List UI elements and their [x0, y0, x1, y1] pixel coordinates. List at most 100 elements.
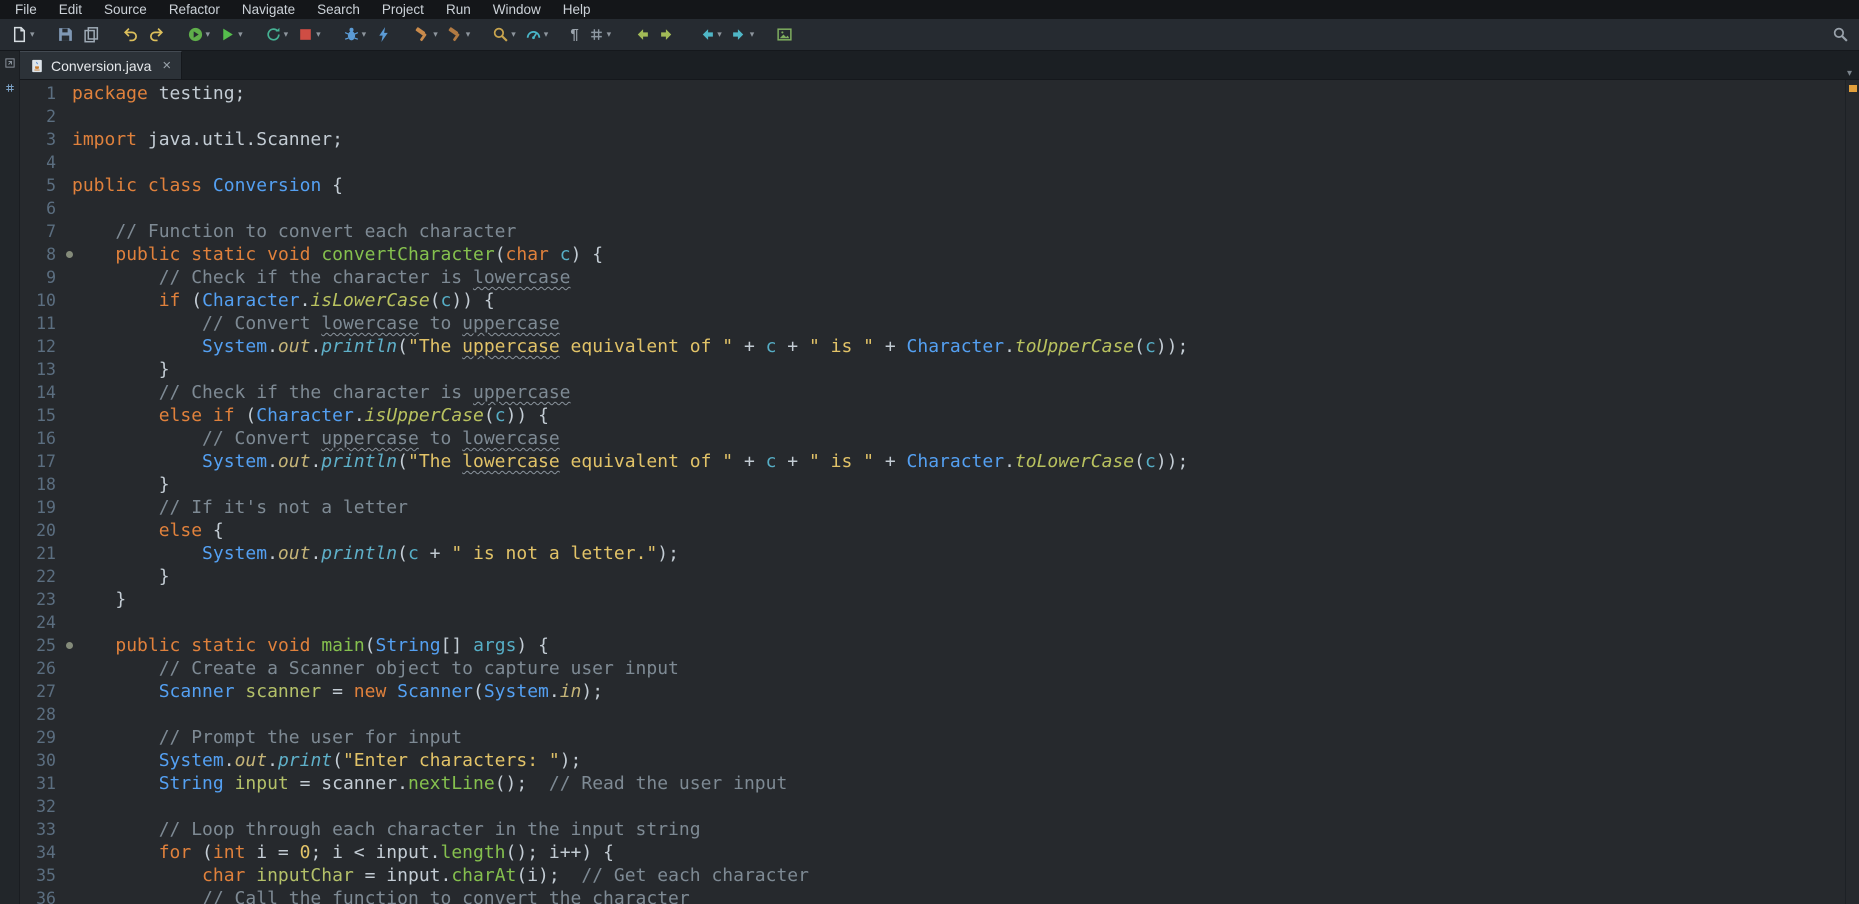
line-number[interactable]: 20: [20, 519, 64, 542]
debug-project-button[interactable]: ▾: [340, 24, 370, 45]
code-line[interactable]: 18 }: [20, 473, 1845, 496]
menu-refactor[interactable]: Refactor: [158, 0, 231, 19]
dropdown-arrow-icon[interactable]: ▾: [433, 29, 438, 40]
code-line[interactable]: 34 for (int i = 0; i < input.length(); i…: [20, 841, 1845, 864]
code-line[interactable]: 1 package testing;: [20, 82, 1845, 105]
code-line[interactable]: 35 char inputChar = input.charAt(i); // …: [20, 864, 1845, 887]
code-line[interactable]: 17 System.out.println("The lowercase equ…: [20, 450, 1845, 473]
line-number[interactable]: 14: [20, 381, 64, 404]
line-number[interactable]: 27: [20, 680, 64, 703]
line-number[interactable]: 35: [20, 864, 64, 887]
line-number[interactable]: 25: [20, 634, 73, 657]
dropdown-arrow-icon[interactable]: ▾: [206, 29, 211, 40]
code-line[interactable]: 28: [20, 703, 1845, 726]
code-line[interactable]: 9 // Check if the character is lowercase: [20, 266, 1845, 289]
code-line[interactable]: 2: [20, 105, 1845, 128]
line-number[interactable]: 8: [20, 243, 73, 266]
search-button[interactable]: [1830, 24, 1851, 45]
line-number[interactable]: 36: [20, 887, 64, 904]
code-line[interactable]: 24: [20, 611, 1845, 634]
menu-search[interactable]: Search: [306, 0, 371, 19]
line-number[interactable]: 22: [20, 565, 64, 588]
stop-button[interactable]: ▾: [294, 24, 324, 45]
line-number[interactable]: 31: [20, 772, 64, 795]
menu-help[interactable]: Help: [552, 0, 602, 19]
line-number[interactable]: 29: [20, 726, 64, 749]
inspect-button[interactable]: ▾: [489, 24, 519, 45]
code-line[interactable]: 25 public static void main(String[] args…: [20, 634, 1845, 657]
dropdown-arrow-icon[interactable]: ▾: [284, 29, 289, 40]
rerun-button[interactable]: ▾: [262, 24, 292, 45]
line-number[interactable]: 11: [20, 312, 64, 335]
code-line[interactable]: 8 public static void convertCharacter(ch…: [20, 243, 1845, 266]
screenshot-button[interactable]: [773, 24, 796, 45]
tab-conversion-java[interactable]: Conversion.java ×: [20, 51, 183, 79]
code-line[interactable]: 7 // Function to convert each character: [20, 220, 1845, 243]
line-number[interactable]: 10: [20, 289, 64, 312]
code-editor[interactable]: 1 package testing; 2 3 import java.util.Scan…: [20, 80, 1845, 904]
line-number[interactable]: 26: [20, 657, 64, 680]
code-line[interactable]: 29 // Prompt the user for input: [20, 726, 1845, 749]
code-line[interactable]: 27 Scanner scanner = new Scanner(System.…: [20, 680, 1845, 703]
line-number[interactable]: 15: [20, 404, 64, 427]
menu-navigate[interactable]: Navigate: [231, 0, 306, 19]
build-project-button[interactable]: ▾: [411, 24, 441, 45]
code-line[interactable]: 32: [20, 795, 1845, 818]
toggle-annotations-button[interactable]: ▾: [585, 24, 615, 45]
dropdown-arrow-icon[interactable]: ▾: [511, 29, 516, 40]
run-file-button[interactable]: ▾: [184, 24, 214, 45]
dropdown-arrow-icon[interactable]: ▾: [238, 29, 243, 40]
code-line[interactable]: 23 }: [20, 588, 1845, 611]
menu-project[interactable]: Project: [371, 0, 435, 19]
dropdown-arrow-icon[interactable]: ▾: [607, 29, 612, 40]
line-number[interactable]: 4: [20, 151, 64, 174]
code-line[interactable]: 12 System.out.println("The uppercase equ…: [20, 335, 1845, 358]
line-number[interactable]: 24: [20, 611, 64, 634]
code-line[interactable]: 3 import java.util.Scanner;: [20, 128, 1845, 151]
line-number[interactable]: 1: [20, 82, 64, 105]
line-number[interactable]: 2: [20, 105, 64, 128]
profile-project-button[interactable]: ▾: [522, 24, 552, 45]
line-number[interactable]: 12: [20, 335, 64, 358]
code-line[interactable]: 15 else if (Character.isUpperCase(c)) {: [20, 404, 1845, 427]
line-number[interactable]: 17: [20, 450, 64, 473]
code-line[interactable]: 31 String input = scanner.nextLine(); //…: [20, 772, 1845, 795]
next-bookmark-button[interactable]: [656, 24, 679, 45]
line-number[interactable]: 7: [20, 220, 64, 243]
code-line[interactable]: 13 }: [20, 358, 1845, 381]
code-line[interactable]: 10 if (Character.isLowerCase(c)) {: [20, 289, 1845, 312]
tab-close-icon[interactable]: ×: [162, 58, 171, 73]
redo-button[interactable]: [145, 24, 168, 45]
tab-list-icon[interactable]: ▾: [1840, 68, 1859, 79]
code-line[interactable]: 26 // Create a Scanner object to capture…: [20, 657, 1845, 680]
code-line[interactable]: 22 }: [20, 565, 1845, 588]
dropdown-arrow-icon[interactable]: ▾: [717, 29, 722, 40]
run-project-button[interactable]: ▾: [216, 24, 246, 45]
apply-code-changes-button[interactable]: [372, 24, 395, 45]
code-line[interactable]: 33 // Loop through each character in the…: [20, 818, 1845, 841]
clean-build-button[interactable]: ▾: [444, 24, 474, 45]
line-number[interactable]: 13: [20, 358, 64, 381]
hash-grid-icon[interactable]: [4, 82, 16, 94]
dropdown-arrow-icon[interactable]: ▾: [750, 29, 755, 40]
line-number[interactable]: 30: [20, 749, 64, 772]
line-number[interactable]: 34: [20, 841, 64, 864]
line-number[interactable]: 23: [20, 588, 64, 611]
menu-window[interactable]: Window: [482, 0, 552, 19]
code-line[interactable]: 20 else {: [20, 519, 1845, 542]
code-line[interactable]: 11 // Convert lowercase to uppercase: [20, 312, 1845, 335]
line-number[interactable]: 21: [20, 542, 64, 565]
line-number[interactable]: 32: [20, 795, 64, 818]
line-number[interactable]: 9: [20, 266, 64, 289]
menu-source[interactable]: Source: [93, 0, 158, 19]
save-all-button[interactable]: [54, 24, 77, 45]
line-number[interactable]: 33: [20, 818, 64, 841]
line-number[interactable]: 19: [20, 496, 64, 519]
show-whitespace-button[interactable]: ¶: [567, 24, 581, 45]
code-line[interactable]: 36 // Call the function to convert the c…: [20, 887, 1845, 904]
line-number[interactable]: 6: [20, 197, 64, 220]
line-number[interactable]: 16: [20, 427, 64, 450]
dropdown-arrow-icon[interactable]: ▾: [544, 29, 549, 40]
menu-file[interactable]: File: [4, 0, 48, 19]
dropdown-arrow-icon[interactable]: ▾: [362, 29, 367, 40]
